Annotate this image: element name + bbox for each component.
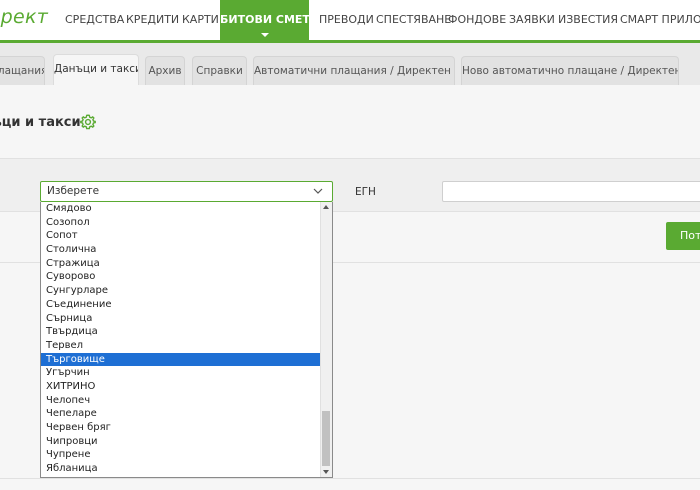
tab-payments[interactable]: плащания: [0, 56, 45, 85]
brand-logo[interactable]: ирект: [0, 6, 48, 28]
dropdown-option[interactable]: Тервел: [41, 339, 320, 353]
dropdown-option[interactable]: Сопот: [41, 229, 320, 243]
egn-input[interactable]: [442, 181, 700, 202]
nav-item-izvestiya[interactable]: ИЗВЕСТИЯ: [558, 0, 618, 40]
page-title: ъци и такси: [0, 115, 81, 130]
municipality-select[interactable]: Изберете: [40, 181, 333, 202]
divider: [0, 478, 700, 479]
scroll-up-arrow-icon[interactable]: [323, 205, 329, 209]
tab-taxes-and-fees[interactable]: Данъци и такси: [53, 54, 139, 85]
dropdown-options: Смядово Созопол Сопот Столична Стражица Сувор…: [41, 202, 320, 476]
dropdown-option[interactable]: Твърдица: [41, 325, 320, 339]
gear-icon[interactable]: [79, 113, 97, 131]
nav-item-sredstva[interactable]: СРЕДСТВА: [65, 0, 124, 40]
dropdown-option[interactable]: Чепеларе: [41, 407, 320, 421]
nav-item-karti[interactable]: КАРТИ: [182, 0, 219, 40]
dropdown-option[interactable]: Съединение: [41, 298, 320, 312]
dropdown-option[interactable]: Стражица: [41, 257, 320, 271]
tab-reports[interactable]: Справки: [192, 56, 247, 85]
nav-item-spestyavane[interactable]: СПЕСТЯВАНЕ: [376, 0, 451, 40]
dropdown-option[interactable]: Сунгурларе: [41, 284, 320, 298]
dropdown-option[interactable]: Суворово: [41, 270, 320, 284]
dropdown-option[interactable]: ХИТРИНО: [41, 380, 320, 394]
egn-label: ЕГН: [355, 186, 376, 198]
tab-archive[interactable]: Архив: [145, 56, 185, 85]
dropdown-option[interactable]: Созопол: [41, 216, 320, 230]
nav-item-bitovi-smetki[interactable]: БИТОВИ СМЕТКИ: [220, 0, 328, 40]
chevron-down-icon: [313, 188, 323, 194]
dropdown-option[interactable]: Угърчин: [41, 366, 320, 380]
sub-tab-strip: плащания Данъци и такси Архив Справки Ав…: [0, 43, 700, 85]
nav-item-fondove[interactable]: ФОНДОВЕ: [448, 0, 506, 40]
dropdown-option[interactable]: Сърница: [41, 312, 320, 326]
dropdown-scrollbar[interactable]: [320, 202, 332, 477]
dropdown-option[interactable]: Търговище: [41, 352, 320, 367]
nav-item-prevodi[interactable]: ПРЕВОДИ: [319, 0, 374, 40]
dropdown-option[interactable]: Челопеч: [41, 394, 320, 408]
dropdown-option[interactable]: Чупрене: [41, 448, 320, 462]
submit-button[interactable]: Пот: [666, 222, 700, 250]
tab-automatic-payments[interactable]: Автоматични плащания / Директен дебит: [253, 56, 455, 85]
scrollbar-thumb[interactable]: [322, 411, 330, 466]
dropdown-option[interactable]: Смядово: [41, 202, 320, 216]
nav-item-krediti[interactable]: КРЕДИТИ: [126, 0, 179, 40]
dropdown-option[interactable]: Столична: [41, 243, 320, 257]
dropdown-option[interactable]: Червен бряг: [41, 421, 320, 435]
nav-item-smart[interactable]: СМАРТ ПРИЛОЖЕ: [620, 0, 700, 40]
tab-new-automatic-payment[interactable]: Ново автоматично плащане / Директен деби…: [461, 56, 679, 85]
scroll-down-arrow-icon[interactable]: [323, 470, 329, 474]
dropdown-option[interactable]: Ябланица: [41, 462, 320, 476]
nav-item-zayavki[interactable]: ЗАЯВКИ: [509, 0, 555, 40]
dropdown-option[interactable]: Чипровци: [41, 435, 320, 449]
municipality-dropdown-list[interactable]: Смядово Созопол Сопот Столична Стражица Сувор…: [40, 202, 333, 478]
top-navigation: ирект СРЕДСТВА КРЕДИТИ КАРТИ БИТОВИ СМЕТ…: [0, 0, 700, 40]
